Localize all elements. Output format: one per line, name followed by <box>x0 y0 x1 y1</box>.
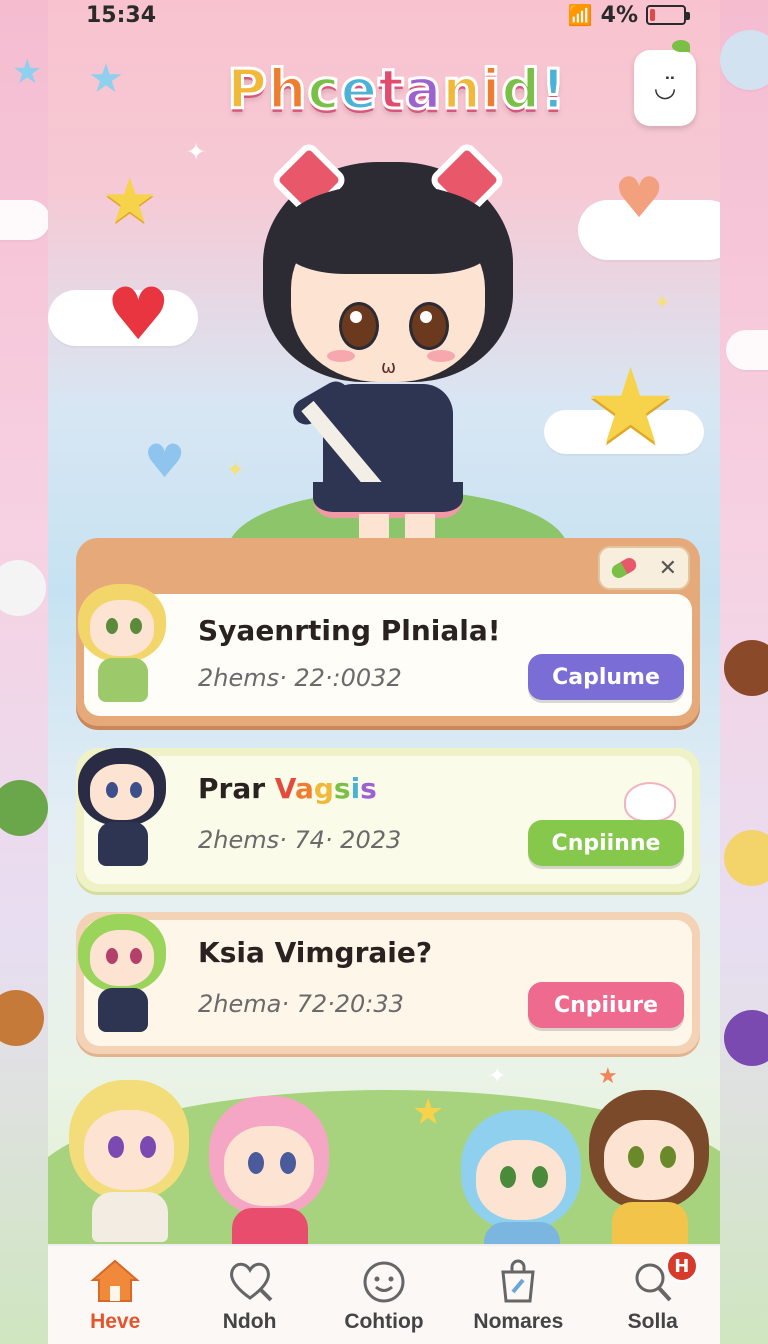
capture-button[interactable]: Cnpiiure <box>528 982 684 1028</box>
continue-button[interactable]: Cnpiinne <box>528 820 684 866</box>
card-controls: ✕ <box>598 546 690 590</box>
house-icon <box>88 1256 142 1306</box>
bunny-icon <box>624 782 676 822</box>
sparkle-icon: ✦ <box>488 1064 507 1089</box>
avatar <box>68 908 178 1038</box>
side-character <box>724 830 768 886</box>
side-character <box>0 560 46 616</box>
side-character <box>724 1010 768 1066</box>
nav-item-search[interactable]: Solla H <box>588 1250 718 1334</box>
app-title-logo: Phcetanid! <box>226 57 567 123</box>
status-time: 15:34 <box>86 2 157 28</box>
chibi-character <box>204 1096 334 1258</box>
mascot-icon-button[interactable]: ◡̈ <box>634 40 696 126</box>
side-character <box>0 990 44 1046</box>
chibi-character <box>64 1080 194 1242</box>
capture-button[interactable]: Caplume <box>528 654 684 700</box>
left-background-panel: ★ <box>0 0 48 1344</box>
heart-icon: ♥ <box>106 272 171 356</box>
avatar <box>68 742 178 872</box>
pill-icon[interactable] <box>609 555 639 581</box>
notification-title: Prar Vagsis <box>198 772 377 805</box>
battery-percent: 4% <box>600 2 638 28</box>
avatar <box>68 578 178 708</box>
bag-icon <box>491 1256 545 1306</box>
nav-item-favorites[interactable]: Ndoh <box>185 1256 315 1334</box>
title-colored-word: Vagsis <box>274 772 377 805</box>
star-decoration: ★ <box>12 52 43 92</box>
heart-icon: ♥ <box>144 434 186 488</box>
star-icon: ★ <box>412 1092 445 1133</box>
notification-time: 2hems· 22·:0032 <box>198 664 402 692</box>
sparkle-icon: ✦ <box>226 458 245 483</box>
notification-time: 2hema· 72·20:33 <box>198 990 404 1018</box>
phone-screen: 15:34 📶 4% ★ ★ ♥ ♥ ♥ ★ ✦ ✦ ✦ Phcetanid! … <box>48 0 720 1344</box>
notification-card[interactable]: Ksia Vimgraie? 2hema· 72·20:33 Cnpiiure <box>76 912 700 1054</box>
smiley-icon <box>357 1256 411 1306</box>
heart-icon: ♥ <box>614 166 665 231</box>
sparkle-icon: ✦ <box>186 138 207 166</box>
close-icon[interactable]: ✕ <box>659 556 677 581</box>
star-icon: ★ <box>598 1064 618 1089</box>
sparkle-icon: ✦ <box>654 290 671 314</box>
nav-label: Solla <box>627 1310 678 1333</box>
status-bar: 15:34 📶 4% <box>48 0 720 30</box>
nav-item-home[interactable]: Heve <box>50 1256 180 1334</box>
star-icon: ★ <box>102 164 158 237</box>
star-icon: ★ <box>88 56 124 102</box>
heart-search-icon <box>223 1256 277 1306</box>
notification-badge: H <box>665 1250 698 1282</box>
nav-item-characters[interactable]: Cohtiop <box>319 1256 449 1334</box>
notification-title: Ksia Vimgraie? <box>198 936 433 969</box>
cloud-decoration <box>726 330 768 370</box>
notification-card[interactable]: ✕ Syaenrting Plniala! 2hems· 22·:0032 Ca… <box>76 538 700 726</box>
notification-card[interactable]: Prar Vagsis 2hems· 74· 2023 Cnpiinne <box>76 748 700 892</box>
battery-icon <box>646 5 690 25</box>
wifi-icon: 📶 <box>567 3 593 27</box>
side-character <box>0 780 48 836</box>
cloud-decoration <box>0 200 48 240</box>
bottom-navigation: Heve Ndoh Cohtiop Nomares Solla H <box>48 1244 720 1344</box>
chibi-character <box>584 1090 714 1252</box>
notification-title: Syaenrting Plniala! <box>198 614 501 647</box>
side-character <box>724 640 768 696</box>
status-icons: 📶 4% <box>567 2 690 28</box>
notification-time: 2hems· 74· 2023 <box>198 826 402 854</box>
right-background-panel <box>720 0 768 1344</box>
hero-character: ω <box>243 140 533 550</box>
nav-label: Heve <box>90 1310 141 1333</box>
smiling-star-icon: ★ <box>584 345 678 467</box>
balloon-decoration <box>720 30 768 90</box>
smiley-icon: ◡̈ <box>653 73 677 103</box>
nav-label: Ndoh <box>222 1310 277 1333</box>
nav-label: Cohtiop <box>344 1310 424 1333</box>
nav-item-names[interactable]: Nomares <box>453 1256 583 1334</box>
title-prefix: Prar <box>198 772 266 805</box>
nav-label: Nomares <box>473 1310 564 1333</box>
